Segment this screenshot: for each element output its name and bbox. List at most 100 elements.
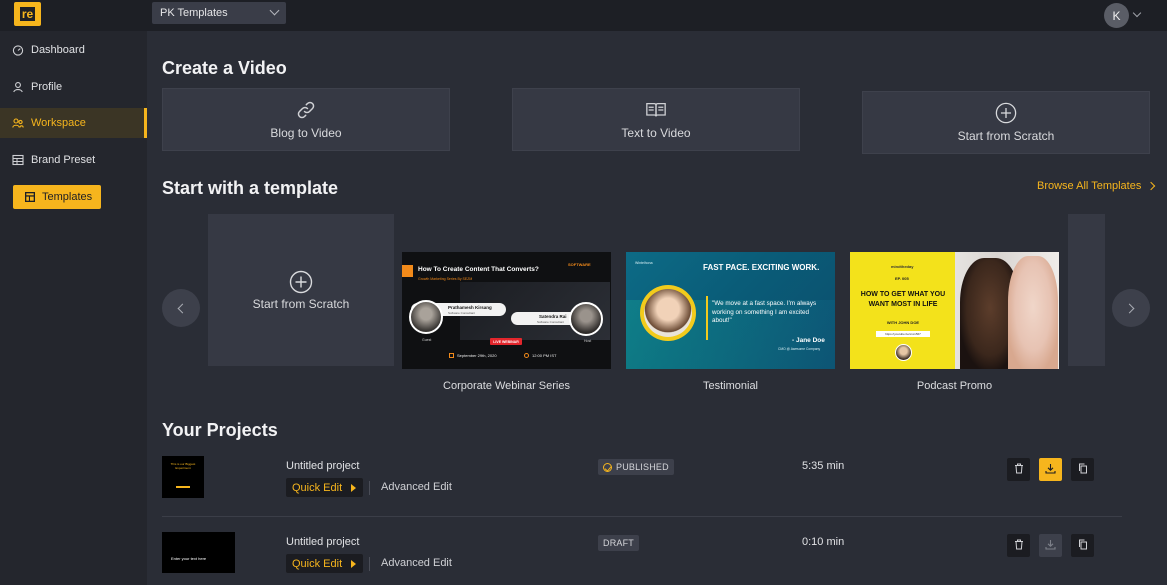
sidebar-item-label: Workspace	[31, 117, 86, 129]
template-thumb-corporate-webinar[interactable]: How To Create Content That Converts? Gro…	[402, 252, 611, 369]
download-button[interactable]	[1039, 534, 1062, 557]
template-label-podcast-promo: Podcast Promo	[916, 380, 993, 392]
duplicate-button[interactable]	[1071, 458, 1094, 481]
play-icon	[351, 483, 357, 492]
sidebar-item-brand-preset[interactable]: Brand Preset	[0, 145, 147, 175]
status-badge: DRAFT	[598, 535, 639, 551]
template-card-partial[interactable]	[1068, 214, 1105, 366]
podcast-person-2	[1008, 256, 1058, 369]
project-row: This is our Biggest Experiment Untitled …	[162, 454, 1122, 504]
project-thumbnail[interactable]: This is our Biggest Experiment	[162, 456, 204, 498]
calendar-icon	[449, 353, 454, 358]
carousel-next-button[interactable]	[1112, 289, 1150, 327]
speaker2-name: Satendra Rai	[539, 314, 567, 319]
browse-all-templates-label: Browse All Templates	[1037, 180, 1142, 192]
sidebar-item-profile[interactable]: Profile	[0, 72, 147, 102]
trash-icon	[1014, 537, 1024, 555]
avatar[interactable]: K	[1104, 3, 1129, 28]
templates-heading: Start with a template	[162, 178, 339, 198]
link-icon	[295, 99, 317, 121]
quick-edit-label: Quick Edit	[292, 557, 343, 570]
speaker1-photo	[409, 300, 443, 334]
testimonial-headline: FAST PACE. EXCITING WORK.	[703, 263, 820, 272]
webinar-brand: SOFTWARE	[568, 262, 591, 267]
advanced-edit-link[interactable]: Advanced Edit	[381, 481, 452, 493]
workspace-dropdown[interactable]: PK Templates	[152, 2, 286, 24]
testimonial-author: - Jane Doe	[792, 337, 825, 344]
logo-text: re	[19, 7, 36, 21]
browse-all-templates-link[interactable]: Browse All Templates	[1037, 180, 1156, 192]
start-from-scratch-card[interactable]: Start from Scratch	[862, 91, 1150, 154]
podcast-brand: mindtheday	[891, 264, 914, 269]
templates-button-label: Templates	[42, 191, 93, 203]
copy-icon	[1078, 537, 1088, 555]
thumb-accent-line	[176, 486, 190, 488]
project-duration: 0:10 min	[802, 536, 845, 548]
webinar-headline: How To Create Content That Converts?	[418, 266, 539, 273]
speaker1-name: Prathamesh Kirsang	[448, 305, 492, 310]
template-label-testimonial: Testimonial	[702, 380, 759, 392]
download-icon	[1045, 537, 1056, 555]
podcast-headline-line1: HOW TO GET WHAT YOU	[860, 291, 946, 298]
text-to-video-card[interactable]: Text to Video	[512, 88, 800, 151]
sidebar-item-label: Profile	[31, 81, 63, 93]
status-label: PUBLISHED	[616, 462, 669, 472]
quick-edit-button[interactable]: Quick Edit	[286, 478, 363, 497]
delete-button[interactable]	[1007, 458, 1030, 481]
duplicate-button[interactable]	[1071, 534, 1094, 557]
project-duration: 5:35 min	[802, 460, 845, 472]
template-scratch-label: Start from Scratch	[252, 296, 350, 311]
webinar-date: September 29th, 2020	[457, 353, 497, 358]
podcast-guest: WITH JOHN DOE	[886, 320, 920, 325]
blog-to-video-card[interactable]: Blog to Video	[162, 88, 450, 151]
project-thumbnail[interactable]: Enter your text here	[162, 532, 235, 573]
text-to-video-label: Text to Video	[621, 126, 691, 140]
speaker1-role: Software Consultant	[448, 311, 476, 315]
delete-button[interactable]	[1007, 534, 1030, 557]
testimonial-brand: Wintelhona	[635, 261, 653, 265]
project-title: Untitled project	[286, 536, 360, 548]
sidebar: Dashboard Profile Workspace Brand Preset…	[0, 31, 147, 585]
play-icon	[351, 559, 357, 568]
template-start-from-scratch[interactable]: Start from Scratch	[208, 214, 394, 366]
dashboard-icon	[12, 44, 24, 56]
podcast-link: https://youtube.be/xxxx567	[876, 331, 930, 337]
sidebar-item-label: Dashboard	[31, 44, 85, 56]
chevron-left-icon	[177, 303, 188, 313]
webinar-time: 12:00 PM IST	[532, 353, 557, 358]
divider	[369, 557, 370, 571]
start-from-scratch-label: Start from Scratch	[957, 129, 1055, 143]
blog-to-video-label: Blog to Video	[270, 126, 342, 140]
quick-edit-button[interactable]: Quick Edit	[286, 554, 363, 573]
status-badge: PUBLISHED	[598, 459, 674, 475]
copy-icon	[1078, 461, 1088, 479]
templates-button[interactable]: Templates	[13, 185, 101, 209]
project-title: Untitled project	[286, 460, 360, 472]
podcast-headline: HOW TO GET WHAT YOU WANT MOST IN LIFE	[850, 290, 956, 310]
download-button[interactable]	[1039, 458, 1062, 481]
sidebar-item-label: Brand Preset	[31, 154, 96, 166]
speaker2-photo	[569, 302, 603, 336]
quick-edit-label: Quick Edit	[292, 481, 343, 494]
chevron-right-icon	[1147, 181, 1156, 191]
avatar-chevron-down-icon[interactable]	[1132, 8, 1142, 18]
create-video-heading: Create a Video	[162, 58, 287, 78]
avatar-initial: K	[1112, 8, 1121, 23]
advanced-edit-link[interactable]: Advanced Edit	[381, 557, 452, 569]
podcast-episode: EP. 005	[895, 276, 909, 281]
carousel-prev-button[interactable]	[162, 289, 200, 327]
workspace-dropdown-label: PK Templates	[160, 7, 228, 19]
app-logo[interactable]: re	[14, 2, 41, 26]
template-thumb-podcast-promo[interactable]: mindtheday EP. 005 HOW TO GET WHAT YOU W…	[850, 252, 1059, 369]
podcast-guest-photo	[895, 344, 912, 361]
testimonial-quote: "We move at a fast space. I'm always wor…	[712, 300, 817, 324]
divider	[369, 481, 370, 495]
testimonial-author-role: CMO @ Awesome Company	[778, 347, 821, 351]
sidebar-item-dashboard[interactable]: Dashboard	[0, 35, 147, 65]
template-thumb-testimonial[interactable]: Wintelhona FAST PACE. EXCITING WORK. "We…	[626, 252, 835, 369]
plus-circle-icon	[289, 270, 313, 294]
quote-accent-line	[706, 296, 708, 340]
brand-preset-icon	[12, 154, 24, 166]
sidebar-item-workspace[interactable]: Workspace	[0, 108, 147, 138]
workspace-icon	[12, 117, 24, 129]
